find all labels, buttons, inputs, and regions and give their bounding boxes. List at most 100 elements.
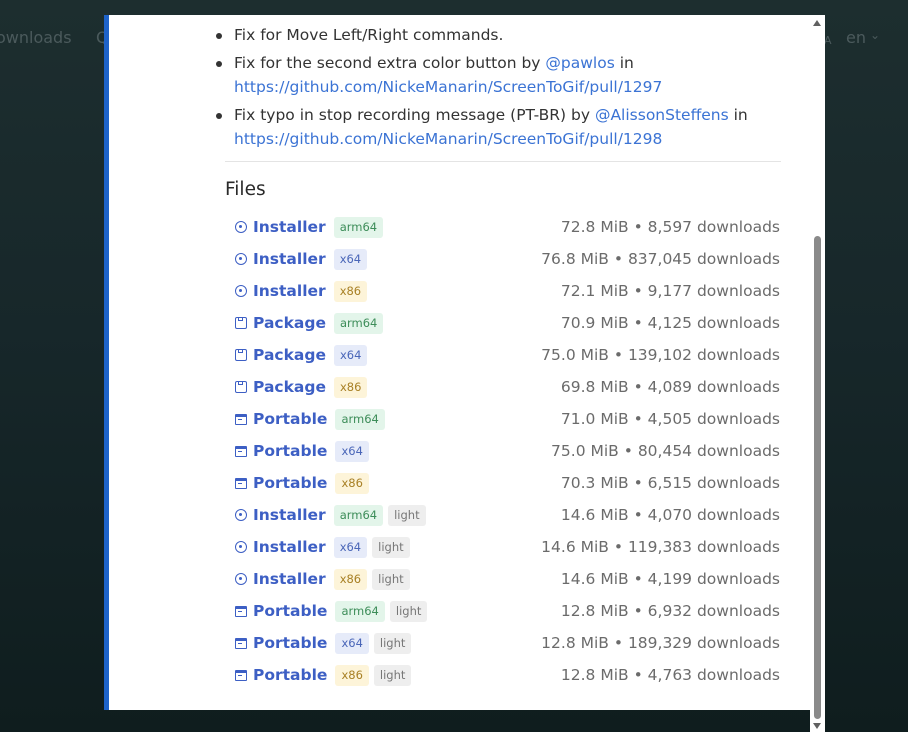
file-size: 71.0 MiB (560, 410, 629, 428)
file-download-link[interactable]: Installer (235, 570, 334, 588)
installer-icon (235, 509, 247, 521)
file-meta: 76.8 MiB • 837,045 downloads (541, 250, 780, 268)
file-download-link[interactable]: Portable (235, 442, 335, 460)
arch-badge: x64 (333, 536, 368, 558)
file-name: Installer (253, 538, 326, 556)
download-count: 4,199 downloads (647, 570, 780, 588)
pull-request-link[interactable]: https://github.com/NickeManarin/ScreenTo… (234, 78, 662, 96)
download-count: 4,505 downloads (647, 410, 780, 428)
pull-request-link[interactable]: https://github.com/NickeManarin/ScreenTo… (234, 130, 662, 148)
release-note-item: Fix for Move Left/Right commands. (216, 23, 794, 47)
portable-icon (235, 445, 247, 457)
file-meta: 12.8 MiB • 189,329 downloads (541, 634, 780, 652)
file-download-link[interactable]: Portable (235, 602, 335, 620)
note-text: Fix typo in stop recording message (PT-B… (234, 106, 595, 124)
download-count: 8,597 downloads (647, 218, 780, 236)
file-row: Portable x86 70.3 MiB • 6,515 downloads (235, 467, 780, 499)
file-size: 70.3 MiB (560, 474, 629, 492)
file-name: Portable (253, 474, 328, 492)
file-meta: 70.9 MiB • 4,125 downloads (561, 314, 780, 332)
download-count: 119,383 downloads (627, 538, 780, 556)
language-selector[interactable]: en ⌄ (846, 27, 881, 48)
files-heading: Files (225, 179, 266, 200)
file-row: Package x64 75.0 MiB • 139,102 downloads (235, 339, 780, 371)
file-name: Package (253, 346, 326, 364)
arch-badge: x86 (333, 376, 368, 398)
arch-badge: arm64 (333, 504, 384, 526)
arch-badge: x64 (335, 440, 369, 462)
download-count: 4,070 downloads (647, 506, 780, 524)
file-download-link[interactable]: Portable (235, 474, 335, 492)
scroll-up-arrow-icon[interactable] (813, 20, 821, 26)
file-download-link[interactable]: Installer (235, 218, 334, 236)
file-name: Portable (253, 410, 328, 428)
release-note-item: Fix for the second extra color button by… (216, 51, 794, 99)
file-download-link[interactable]: Installer (235, 506, 334, 524)
arch-badge: x86 (335, 472, 369, 494)
file-download-link[interactable]: Portable (235, 634, 335, 652)
file-size: 12.8 MiB (560, 666, 629, 684)
meta-separator: • (628, 410, 648, 428)
scrollbar[interactable] (810, 15, 825, 732)
light-badge: light (373, 632, 412, 654)
file-download-link[interactable]: Package (235, 314, 334, 332)
meta-separator: • (628, 666, 648, 684)
file-name: Portable (253, 666, 328, 684)
file-name: Portable (253, 634, 328, 652)
arch-badge: x86 (333, 568, 368, 590)
background-nav-downloads: ownloads (0, 28, 72, 47)
file-row: Portable arm64 71.0 MiB • 4,505 downloads (235, 403, 780, 435)
section-divider (225, 161, 781, 162)
arch-badge: x64 (333, 344, 368, 366)
file-download-link[interactable]: Portable (235, 410, 335, 428)
file-row: Installer x86 light 14.6 MiB • 4,199 downlo… (235, 563, 780, 595)
meta-separator: • (628, 378, 648, 396)
download-count: 80,454 downloads (637, 442, 780, 460)
meta-separator: • (608, 538, 628, 556)
download-count: 189,329 downloads (627, 634, 780, 652)
file-meta: 69.8 MiB • 4,089 downloads (561, 378, 780, 396)
meta-separator: • (628, 506, 648, 524)
download-count: 6,932 downloads (647, 602, 780, 620)
file-download-link[interactable]: Portable (235, 666, 335, 684)
file-download-link[interactable]: Installer (235, 538, 334, 556)
file-name: Package (253, 314, 326, 332)
scroll-down-arrow-icon[interactable] (813, 723, 821, 729)
release-modal: Fix for Move Left/Right commands. Fix fo… (104, 15, 810, 710)
file-name: Package (253, 378, 326, 396)
file-download-link[interactable]: Package (235, 378, 334, 396)
file-size: 12.8 MiB (560, 602, 629, 620)
chevron-down-icon: ⌄ (869, 27, 881, 42)
file-download-link[interactable]: Installer (235, 282, 334, 300)
file-download-link[interactable]: Installer (235, 250, 334, 268)
arch-badge: x64 (333, 248, 368, 270)
download-count: 4,763 downloads (647, 666, 780, 684)
user-link[interactable]: @AlissonSteffens (595, 106, 729, 124)
user-link[interactable]: @pawlos (545, 54, 614, 72)
file-download-link[interactable]: Package (235, 346, 334, 364)
file-size: 14.6 MiB (541, 538, 609, 556)
meta-separator: • (628, 282, 648, 300)
file-meta: 75.0 MiB • 80,454 downloads (551, 442, 780, 460)
arch-badge: x64 (335, 632, 369, 654)
light-badge: light (373, 664, 412, 686)
file-size: 69.8 MiB (560, 378, 629, 396)
files-list: Installer arm64 72.8 MiB • 8,597 downloads… (235, 211, 780, 691)
installer-icon (235, 541, 247, 553)
file-size: 75.0 MiB (551, 442, 619, 460)
portable-icon (235, 605, 247, 617)
meta-separator: • (628, 314, 648, 332)
file-name: Installer (253, 218, 326, 236)
file-row: Portable x64 75.0 MiB • 80,454 downloads (235, 435, 780, 467)
arch-badge: arm64 (333, 216, 384, 238)
package-icon (235, 317, 247, 329)
file-row: Portable arm64 light 12.8 MiB • 6,932 downl… (235, 595, 780, 627)
meta-separator: • (628, 570, 648, 588)
scrollbar-thumb[interactable] (814, 236, 821, 719)
download-count: 139,102 downloads (627, 346, 780, 364)
arch-badge: arm64 (333, 312, 384, 334)
file-meta: 14.6 MiB • 4,070 downloads (561, 506, 780, 524)
portable-icon (235, 669, 247, 681)
meta-separator: • (618, 442, 638, 460)
file-row: Installer arm64 light 14.6 MiB • 4,070 down… (235, 499, 780, 531)
